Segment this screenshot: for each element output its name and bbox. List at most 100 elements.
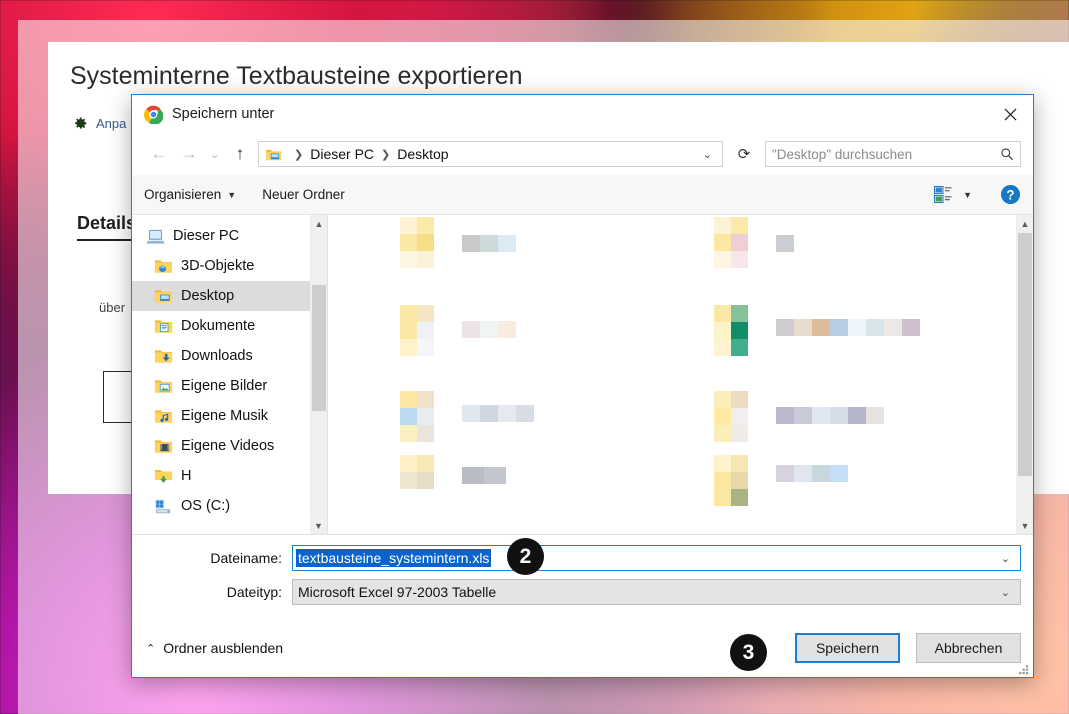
tree-item-downloads[interactable]: Downloads [132, 341, 327, 371]
dialog-commandbar: Organisieren ▼ Neuer Ordner ▼ ? [132, 175, 1033, 215]
save-button[interactable]: Speichern [795, 633, 900, 663]
pixelated-block [714, 489, 731, 506]
scrollbar-thumb[interactable] [1018, 233, 1032, 476]
tree-item-dokumente[interactable]: Dokumente [132, 311, 327, 341]
new-folder-button[interactable]: Neuer Ordner [262, 187, 345, 202]
chevron-down-icon[interactable]: ▼ [310, 517, 327, 534]
tree-item-label: OS (C:) [181, 498, 230, 514]
breadcrumb-item-0[interactable]: Dieser PC [310, 146, 374, 162]
file-entry[interactable] [714, 217, 1014, 295]
pixelated-block [714, 391, 731, 408]
dialog-content: Dieser PC 3D-Objekte Desktop Dokumente Downl… [132, 215, 1033, 535]
computer-icon [146, 228, 165, 245]
view-caret-down-icon[interactable]: ▼ [963, 190, 972, 200]
tree-item-3d-objekte[interactable]: 3D-Objekte [132, 251, 327, 281]
pixelated-block [400, 425, 417, 442]
pixelated-block [462, 405, 480, 422]
chevron-up-icon[interactable]: ▲ [311, 215, 327, 232]
folder-desktop-icon [154, 288, 173, 305]
arrow-left-icon[interactable]: ← [144, 140, 174, 168]
file-entry[interactable] [400, 305, 700, 383]
pixelated-block [776, 407, 794, 424]
chevron-down-icon[interactable]: ⌄ [993, 552, 1018, 565]
refresh-icon[interactable]: ⟳ [731, 141, 757, 167]
pixelated-block [731, 305, 748, 322]
breadcrumb-bar[interactable]: ❯ Dieser PC ❯ Desktop ⌄ [258, 141, 723, 167]
organize-button[interactable]: Organisieren ▼ [144, 187, 236, 202]
tree-item-dieser-pc[interactable]: Dieser PC [132, 221, 327, 251]
tree-item-desktop[interactable]: Desktop [132, 281, 327, 311]
arrow-up-icon[interactable]: ↑ [226, 140, 254, 168]
folder-videos-icon [154, 438, 173, 455]
history-chevron-down-icon[interactable]: ⌄ [204, 140, 226, 168]
breadcrumb-chevron-down-icon[interactable]: ⌄ [697, 148, 718, 161]
cancel-button[interactable]: Abbrechen [916, 633, 1021, 663]
filename-label: Dateiname: [144, 550, 292, 566]
file-list-scrollbar[interactable]: ▲ ▼ [1016, 215, 1033, 534]
pixelated-block [794, 465, 812, 482]
pixelated-block [714, 251, 731, 268]
close-icon[interactable] [987, 95, 1033, 133]
tree-item-eigene-videos[interactable]: Eigene Videos [132, 431, 327, 461]
chevron-down-icon[interactable]: ▼ [1017, 517, 1033, 534]
pixelated-block [714, 322, 731, 339]
hide-folders-button[interactable]: ⌃ Ordner ausblenden [146, 640, 283, 656]
file-entry[interactable] [400, 455, 700, 533]
pixelated-block [417, 305, 434, 322]
tree-item-eigene-musik[interactable]: Eigene Musik [132, 401, 327, 431]
dialog-form: Dateiname: textbausteine_systemintern.xl… [132, 535, 1033, 619]
pixelated-block [830, 407, 848, 424]
pixelated-block [400, 455, 417, 472]
network-drive-icon [154, 468, 173, 485]
pixelated-block [714, 425, 731, 442]
pixelated-block [498, 235, 516, 252]
pixelated-block [731, 217, 748, 234]
tree-item-label: Dokumente [181, 318, 255, 334]
tree-item-eigene-bilder[interactable]: Eigene Bilder [132, 371, 327, 401]
chevron-down-icon[interactable]: ⌄ [993, 586, 1018, 599]
view-mode-icon[interactable] [934, 186, 953, 203]
tree-item-os-c[interactable]: OS (C:) [132, 491, 327, 521]
arrow-right-icon[interactable]: → [174, 140, 204, 168]
file-entry[interactable] [400, 217, 700, 295]
chrome-logo-icon [144, 105, 163, 124]
pixelated-block [400, 339, 417, 356]
filetype-value: Microsoft Excel 97-2003 Tabelle [296, 583, 498, 601]
dialog-footer: ⌃ Ordner ausblenden Speichern Abbrechen [132, 619, 1033, 677]
tree-item-label: Eigene Bilder [181, 378, 267, 394]
file-entry[interactable] [714, 455, 1014, 533]
dialog-navbar: ← → ⌄ ↑ ❯ Dieser PC ❯ Desktop ⌄ ⟳ "Deskt… [132, 133, 1033, 175]
filename-field[interactable]: textbausteine_systemintern.xls ⌄ [292, 545, 1021, 571]
tree-item-label: H [181, 468, 191, 484]
chevron-up-icon[interactable]: ▲ [1017, 215, 1033, 232]
save-as-dialog: Speichern unter ← → ⌄ ↑ ❯ Dieser PC [131, 94, 1034, 678]
navigation-pane-scrollbar[interactable]: ▲ [310, 215, 327, 534]
tree-item-h[interactable]: H [132, 461, 327, 491]
folder-3d-icon [154, 258, 173, 275]
pixelated-block [400, 234, 417, 251]
tree-item-label: Desktop [181, 288, 234, 304]
pixelated-block [400, 251, 417, 268]
pixelated-block [400, 472, 417, 489]
breadcrumb-item-1[interactable]: Desktop [397, 146, 448, 162]
folder-music-icon [154, 408, 173, 425]
file-list-pane[interactable]: ▲ ▼ [327, 215, 1033, 534]
file-entry[interactable] [714, 305, 1014, 383]
customize-link-label: Anpa [96, 116, 126, 131]
pixelated-block [417, 251, 434, 268]
scrollbar-thumb[interactable] [312, 285, 326, 411]
filetype-select[interactable]: Microsoft Excel 97-2003 Tabelle ⌄ [292, 579, 1021, 605]
folder-documents-icon [154, 318, 173, 335]
tree-item-label: Eigene Musik [181, 408, 268, 424]
pixelated-block [480, 235, 498, 252]
gear-icon [71, 115, 88, 132]
pixelated-block [794, 319, 812, 336]
dialog-title: Speichern unter [172, 106, 274, 122]
resize-grip-icon[interactable] [1018, 663, 1030, 675]
help-icon[interactable]: ? [1000, 184, 1021, 205]
filename-value: textbausteine_systemintern.xls [296, 549, 491, 567]
pixelated-block [866, 319, 884, 336]
search-input[interactable]: "Desktop" durchsuchen [765, 141, 1021, 167]
tree-item-label: Dieser PC [173, 228, 239, 244]
customize-link-row[interactable]: Anpa [71, 115, 136, 132]
